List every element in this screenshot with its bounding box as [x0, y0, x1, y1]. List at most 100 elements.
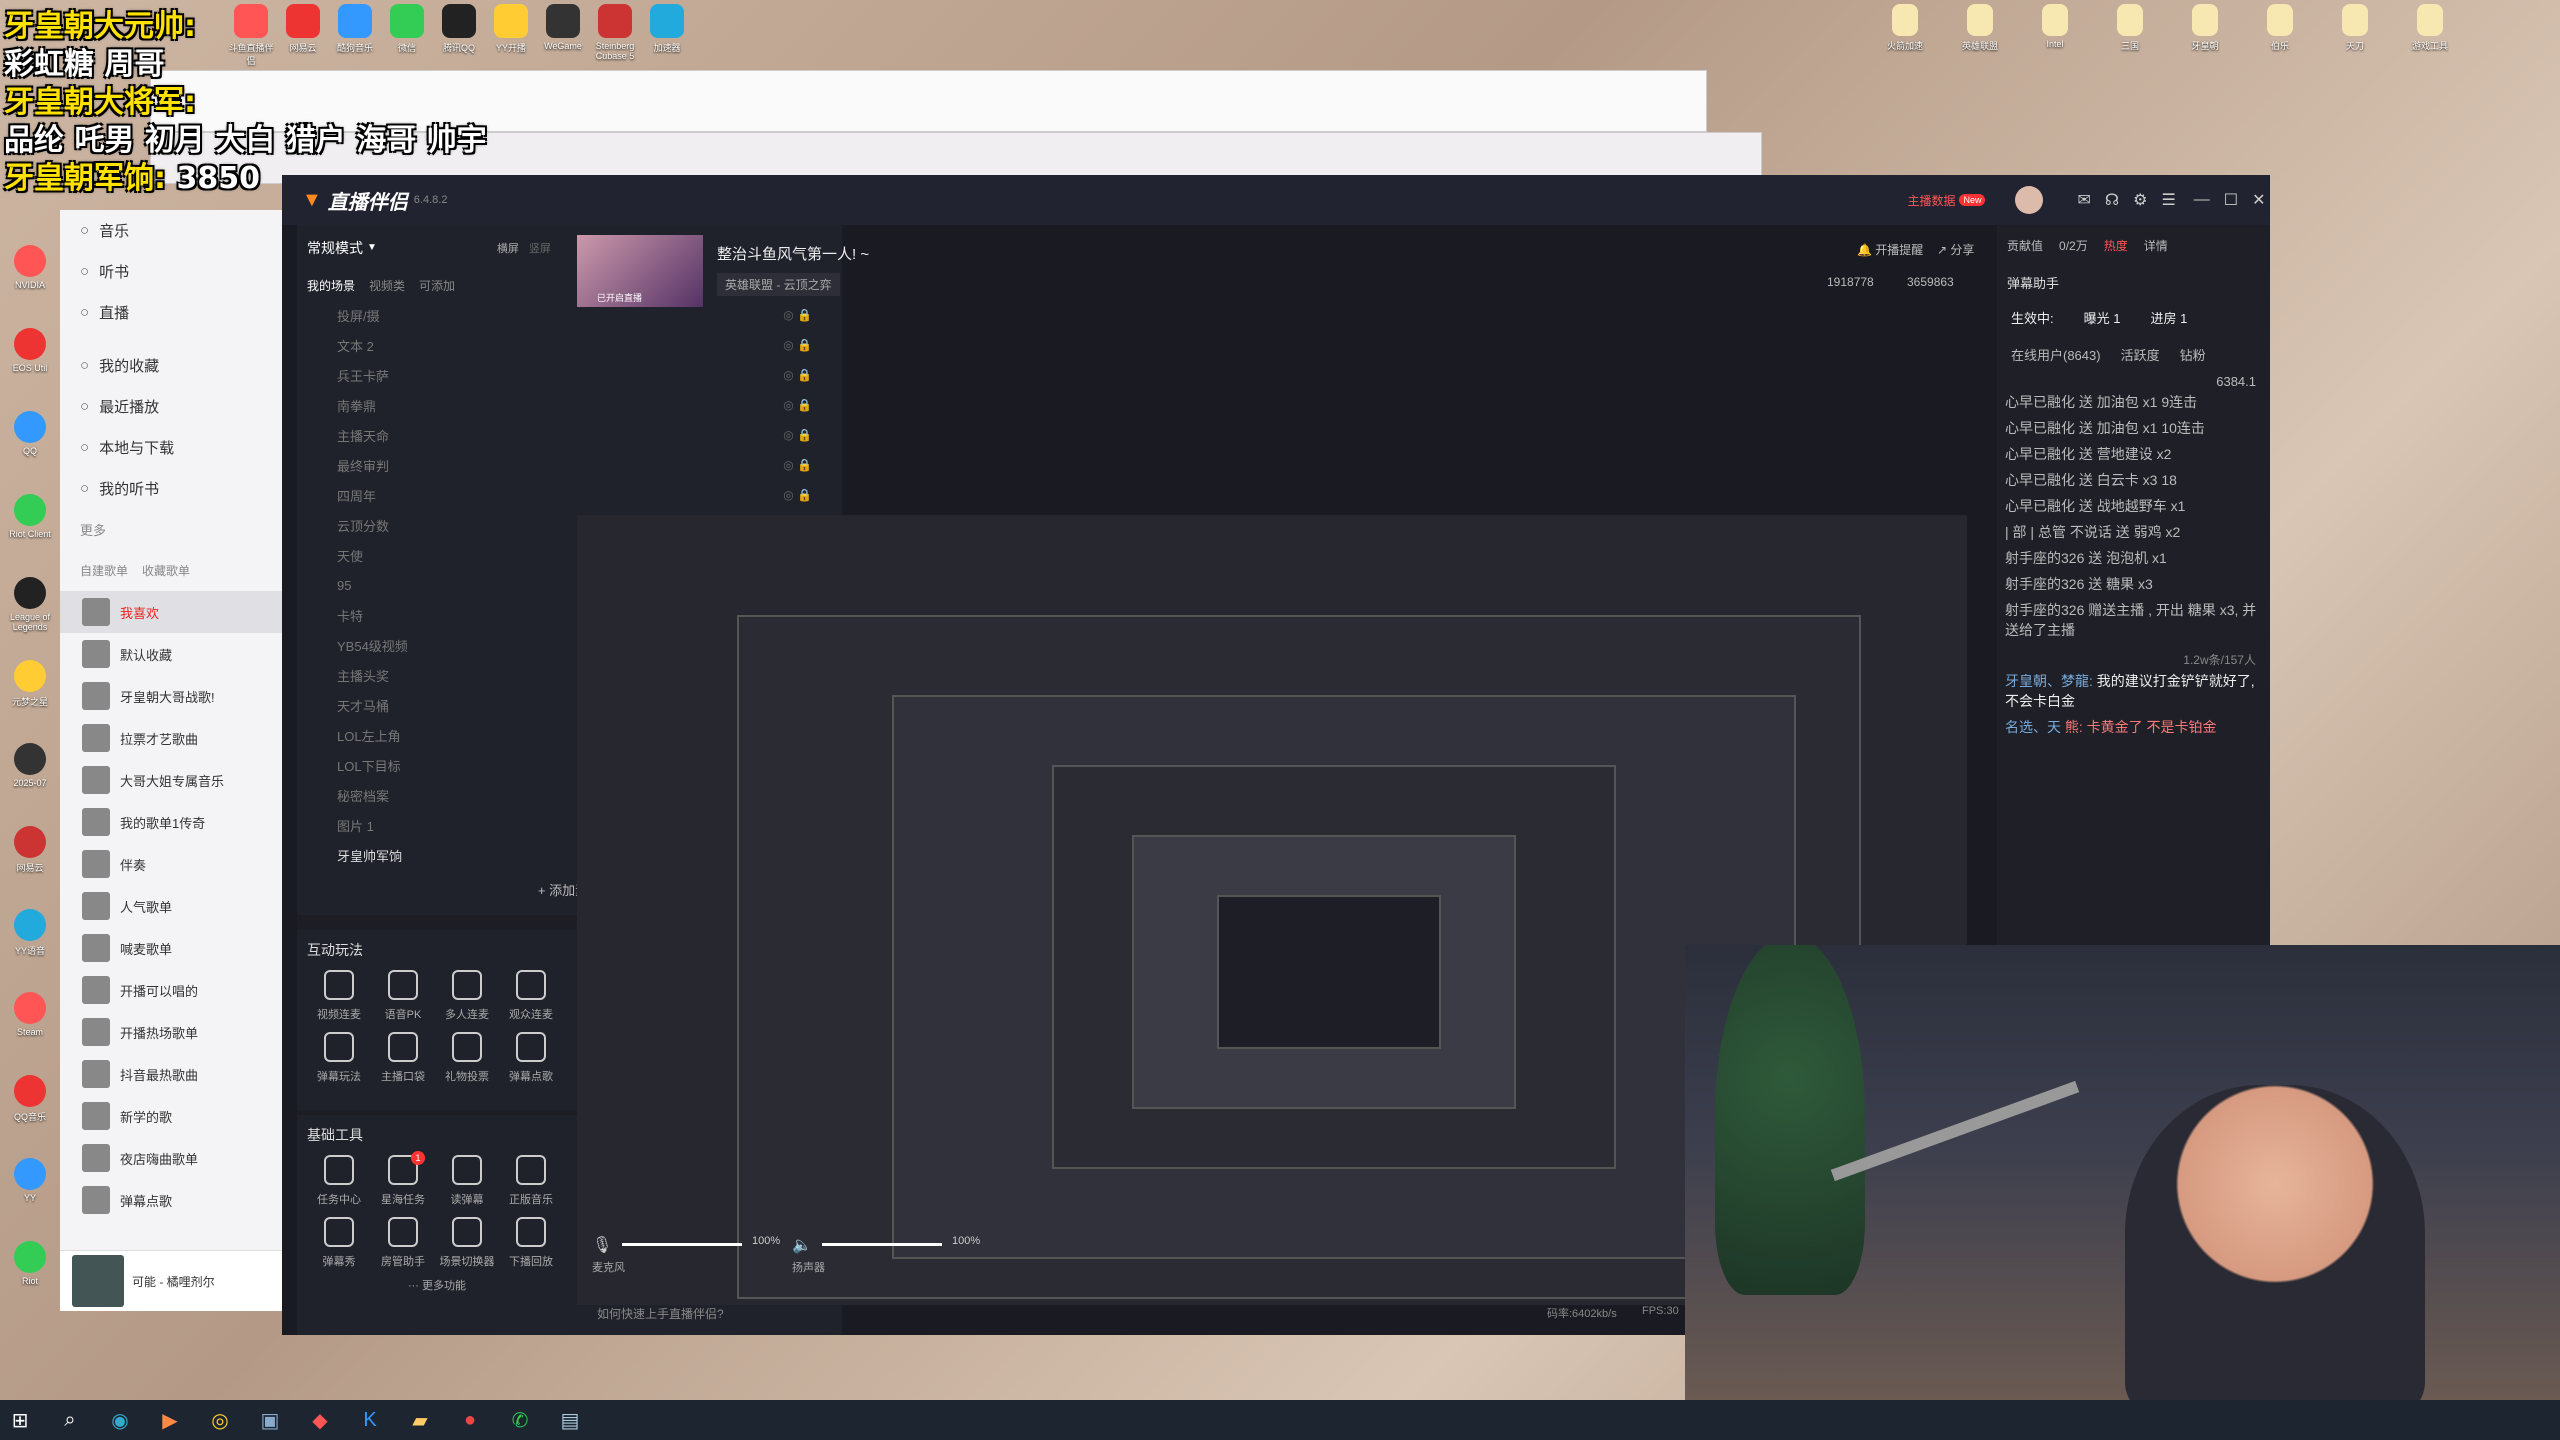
- music-nav-item[interactable]: ○ 本地与下载: [60, 427, 282, 468]
- tool-button[interactable]: 房管助手: [371, 1217, 435, 1269]
- desktop-icon[interactable]: 三国: [2100, 4, 2160, 52]
- microphone-icon[interactable]: 🎙: [592, 1235, 612, 1255]
- tab-my-scenes[interactable]: 我的场景: [307, 277, 355, 294]
- playlist-item[interactable]: 伴奏: [60, 843, 282, 885]
- playlist-item[interactable]: 牙皇朝大哥战歌!: [60, 675, 282, 717]
- help-link[interactable]: 如何快速上手直播伴侣?: [597, 1305, 724, 1322]
- chat-user[interactable]: 牙皇朝、梦龍:: [2005, 673, 2093, 689]
- source-item[interactable]: 四周年 ◎ 🔒: [297, 480, 842, 510]
- playlist-item[interactable]: 开播热场歌单: [60, 1011, 282, 1053]
- kugou-icon[interactable]: K: [350, 1400, 390, 1440]
- menu-icon[interactable]: ☰: [2161, 190, 2175, 210]
- desktop-icon[interactable]: 网易云: [0, 826, 60, 874]
- tab-diamond-fans[interactable]: 钻粉: [2180, 345, 2206, 364]
- tool-button[interactable]: 任务中心: [307, 1155, 371, 1207]
- stream-app-icon[interactable]: ▶: [150, 1400, 190, 1440]
- tool-button[interactable]: 语音PK: [371, 970, 435, 1022]
- maximize-button[interactable]: ☐: [2224, 190, 2238, 210]
- desktop-icon[interactable]: 英雄联盟: [1950, 4, 2010, 52]
- message-icon[interactable]: ✉: [2077, 190, 2090, 210]
- netease-icon[interactable]: ●: [450, 1400, 490, 1440]
- settings-icon[interactable]: ⚙: [2133, 190, 2147, 210]
- mode-portrait[interactable]: 竖屏: [529, 240, 551, 256]
- tool-button[interactable]: 下播回放: [499, 1217, 563, 1269]
- tab-collected[interactable]: 收藏歌单: [142, 562, 190, 579]
- visibility-icon[interactable]: ◎ 🔒: [783, 428, 812, 442]
- tool-button[interactable]: 读弹幕: [435, 1155, 499, 1207]
- desktop-icon[interactable]: 元梦之星: [0, 660, 60, 708]
- room-title[interactable]: 整治斗鱼风气第一人! ~: [717, 243, 869, 264]
- desktop-icon[interactable]: Steinberg Cubase 5: [589, 4, 641, 61]
- tool-button[interactable]: 星海任务 1: [371, 1151, 435, 1207]
- desktop-icon[interactable]: 2025-07: [0, 743, 60, 788]
- playlist-item[interactable]: 开播可以唱的: [60, 969, 282, 1011]
- source-item[interactable]: 南拳鼎 ◎ 🔒: [297, 390, 842, 420]
- desktop-icon[interactable]: NVIDIA: [0, 245, 60, 290]
- playlist-item[interactable]: 弹幕点歌: [60, 1179, 282, 1221]
- tool-button[interactable]: 正版音乐: [499, 1155, 563, 1207]
- desktop-icon[interactable]: EOS Util: [0, 328, 60, 373]
- playlist-item[interactable]: 大哥大姐专属音乐: [60, 759, 282, 801]
- wechat-icon[interactable]: ✆: [500, 1400, 540, 1440]
- playlist-item[interactable]: 拉票才艺歌曲: [60, 717, 282, 759]
- playlist-item[interactable]: 人气歌单: [60, 885, 282, 927]
- tool-button[interactable]: 弹幕玩法: [307, 1032, 371, 1084]
- desktop-icon[interactable]: YY: [0, 1158, 60, 1203]
- desktop-icon[interactable]: Riot Client: [0, 494, 60, 539]
- start-icon[interactable]: ⊞: [0, 1400, 40, 1440]
- tool-button[interactable]: 观众连麦: [499, 970, 563, 1022]
- music-nav-item[interactable]: ○ 听书: [60, 251, 282, 292]
- tool-button[interactable]: 场景切换器: [435, 1217, 499, 1269]
- desktop-icon[interactable]: YY开播: [485, 4, 537, 54]
- source-item[interactable]: 兵王卡萨 ◎ 🔒: [297, 360, 842, 390]
- tab-self-created[interactable]: 自建歌单: [80, 562, 128, 579]
- open-remind-button[interactable]: 🔔 开播提醒: [1857, 241, 1923, 258]
- music-nav-item[interactable]: ○ 我的收藏: [60, 345, 282, 386]
- close-button[interactable]: ✕: [2252, 190, 2265, 210]
- more-features-button[interactable]: ··· 更多功能: [297, 1277, 577, 1293]
- search-icon[interactable]: ⌕: [50, 1400, 90, 1440]
- desktop-icon[interactable]: 天刀: [2325, 4, 2385, 52]
- music-nav-item[interactable]: ○ 音乐: [60, 210, 282, 251]
- speaker-icon[interactable]: 🔈: [792, 1235, 812, 1255]
- minimize-button[interactable]: —: [2194, 191, 2210, 209]
- desktop-icon[interactable]: 加速器: [641, 4, 693, 54]
- visibility-icon[interactable]: ◎ 🔒: [783, 458, 812, 472]
- mode-landscape[interactable]: 横屏: [497, 240, 519, 256]
- tool-button[interactable]: 主播口袋: [371, 1032, 435, 1084]
- tab-addable[interactable]: 可添加: [419, 277, 455, 294]
- share-button[interactable]: ↗ 分享: [1937, 241, 1974, 258]
- tab-online-users[interactable]: 在线用户(8643): [2011, 345, 2101, 364]
- chrome-icon[interactable]: ◎: [200, 1400, 240, 1440]
- visibility-icon[interactable]: ◎ 🔒: [783, 368, 812, 382]
- desktop-icon[interactable]: Intel: [2025, 4, 2085, 49]
- tool-button[interactable]: 弹幕秀: [307, 1217, 371, 1269]
- music-nav-item[interactable]: ○ 最近播放: [60, 386, 282, 427]
- music-nav-item[interactable]: ○ 直播: [60, 292, 282, 333]
- playlist-item[interactable]: 默认收藏: [60, 633, 282, 675]
- visibility-icon[interactable]: ◎ 🔒: [783, 488, 812, 502]
- note-icon[interactable]: ▤: [550, 1400, 590, 1440]
- music-more[interactable]: 更多: [60, 509, 282, 550]
- visibility-icon[interactable]: ◎ 🔒: [783, 338, 812, 352]
- source-item[interactable]: 主播天命 ◎ 🔒: [297, 420, 842, 450]
- playlist-item[interactable]: 我喜欢: [60, 591, 282, 633]
- tool-button[interactable]: 弹幕点歌: [499, 1032, 563, 1084]
- streamer-data-button[interactable]: 主播数据: [1907, 192, 1955, 209]
- tab-activity[interactable]: 活跃度: [2121, 345, 2160, 364]
- tool-button[interactable]: 视频连麦: [307, 970, 371, 1022]
- desktop-icon[interactable]: Riot: [0, 1241, 60, 1286]
- playlist-item[interactable]: 夜店嗨曲歌单: [60, 1137, 282, 1179]
- desktop-icon[interactable]: 伯乐: [2250, 4, 2310, 52]
- tool-button[interactable]: 礼物投票: [435, 1032, 499, 1084]
- app-icon[interactable]: ▣: [250, 1400, 290, 1440]
- playlist-item[interactable]: 新学的歌: [60, 1095, 282, 1137]
- playlist-item[interactable]: 抖音最热歌曲: [60, 1053, 282, 1095]
- mic-slider[interactable]: [622, 1243, 742, 1246]
- folder-icon[interactable]: ▰: [400, 1400, 440, 1440]
- desktop-icon[interactable]: YY语音: [0, 909, 60, 957]
- source-item[interactable]: 文本 2 ◎ 🔒: [297, 330, 842, 360]
- source-item[interactable]: 最终审判 ◎ 🔒: [297, 450, 842, 480]
- desktop-icon[interactable]: 火箭加速: [1875, 4, 1935, 52]
- speaker-slider[interactable]: [822, 1243, 942, 1246]
